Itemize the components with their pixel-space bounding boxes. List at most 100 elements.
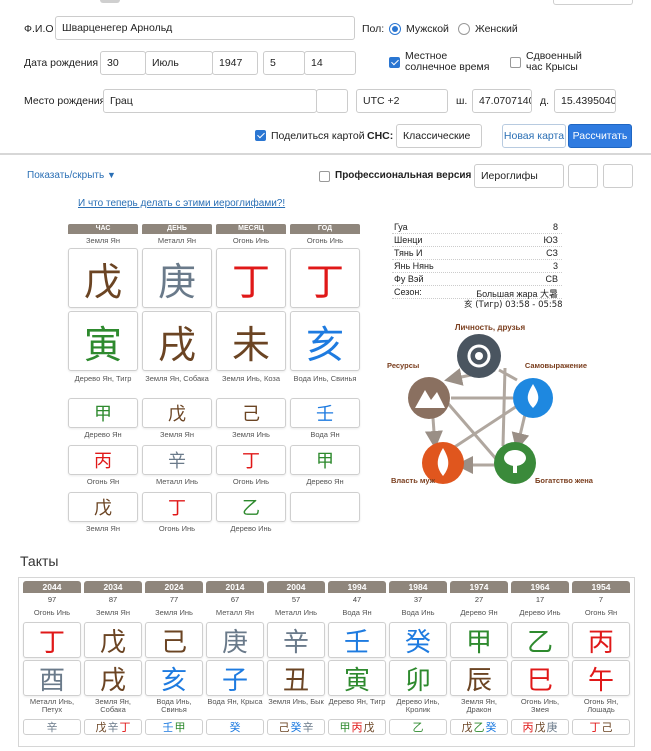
takt-hidden-stems[interactable]: 丁己: [572, 719, 630, 735]
hidden-stem-label: Земля Инь: [232, 430, 270, 439]
birth-minute-input[interactable]: 14: [304, 51, 356, 75]
heavenly-stem-cell[interactable]: 戊: [68, 248, 138, 308]
takt-branch-cell[interactable]: 戌: [84, 660, 142, 696]
share-checkbox[interactable]: [255, 130, 266, 141]
takt-branch-cell[interactable]: 巳: [511, 660, 569, 696]
takt-hidden-stems[interactable]: 甲丙戊: [328, 719, 386, 735]
takt-hidden-glyph: 辛: [302, 721, 314, 734]
takt-hidden-stems[interactable]: 己癸辛: [267, 719, 325, 735]
cns-select[interactable]: Классические: [396, 124, 482, 148]
takt-year-header: 2014: [206, 581, 264, 593]
takt-branch-cell[interactable]: 子: [206, 660, 264, 696]
birth-month-select[interactable]: Июль: [145, 51, 213, 75]
takt-hidden-glyph: 乙: [473, 721, 485, 734]
takt-stem-cell[interactable]: 丙: [572, 622, 630, 658]
takt-branch-cell[interactable]: 寅: [328, 660, 386, 696]
takt-stem-cell[interactable]: 己: [145, 622, 203, 658]
timezone-select[interactable]: UTC +2: [356, 89, 448, 113]
takt-hidden-stems[interactable]: 丙戊庚: [511, 719, 569, 735]
birthdate-label: Дата рождения: [24, 57, 99, 69]
hidden-stem-cell[interactable]: 丁: [142, 492, 212, 522]
info-key: Янь Нянь: [394, 261, 434, 271]
hidden-stem-cell[interactable]: 己: [216, 398, 286, 428]
takt-year-header: 1954: [572, 581, 630, 593]
takt-stem-label: Земля Ян: [96, 608, 130, 617]
birth-day-input[interactable]: 30: [100, 51, 146, 75]
hidden-stem-cell[interactable]: 丙: [68, 445, 138, 475]
birthplace-input[interactable]: Грац: [103, 89, 317, 113]
takt-stem-cell[interactable]: 辛: [267, 622, 325, 658]
stem-element-label: Земля Ян: [86, 236, 120, 245]
hidden-stem-cell[interactable]: 甲: [68, 398, 138, 428]
takt-stem-cell[interactable]: 壬: [328, 622, 386, 658]
hidden-stem-cell[interactable]: 丁: [216, 445, 286, 475]
takt-stem-cell[interactable]: 庚: [206, 622, 264, 658]
option-box-2[interactable]: [603, 164, 633, 188]
birthplace-label: Место рождения: [24, 95, 106, 107]
takt-hidden-glyph: 庚: [546, 721, 558, 734]
triangle-down-icon: ▼: [106, 170, 116, 180]
takt-stem-label: Металл Инь: [274, 608, 318, 617]
show-hide-toggle[interactable]: Показать/скрыть ▼: [27, 170, 116, 181]
divider: [0, 153, 651, 155]
takt-hidden-stems[interactable]: 癸: [206, 719, 264, 735]
hidden-stem-cell[interactable]: 壬: [290, 398, 360, 428]
calculate-button[interactable]: Рассчитать: [568, 124, 632, 148]
glyph-mode-select[interactable]: Иероглифы: [474, 164, 564, 188]
takt-stem-cell[interactable]: 戊: [84, 622, 142, 658]
takt-stem-cell[interactable]: 甲: [450, 622, 508, 658]
fio-input[interactable]: Шварценегер Арнольд: [55, 16, 355, 40]
gender-female-label: Женский: [475, 23, 518, 35]
hidden-stem-cell[interactable]: [290, 492, 360, 522]
heavenly-stem-cell[interactable]: 丁: [216, 248, 286, 308]
takt-branch-label: Вода Ян, Крыса: [207, 697, 263, 706]
takt-hidden-stems[interactable]: 戊乙癸: [450, 719, 508, 735]
takt-hidden-glyph: 癸: [485, 721, 497, 734]
heavenly-stem-cell[interactable]: 庚: [142, 248, 212, 308]
hidden-stem-cell[interactable]: 辛: [142, 445, 212, 475]
takt-year-header: 1964: [511, 581, 569, 593]
takt-branch-cell[interactable]: 丑: [267, 660, 325, 696]
hidden-stem-cell[interactable]: 戊: [68, 492, 138, 522]
takt-stem-cell[interactable]: 丁: [23, 622, 81, 658]
hidden-stem-cell[interactable]: 乙: [216, 492, 286, 522]
heavenly-stem-cell[interactable]: 丁: [290, 248, 360, 308]
new-card-button[interactable]: Новая карта: [502, 124, 566, 148]
takt-branch-label: Вода Инь, Свинья: [156, 697, 192, 714]
birth-hour-input[interactable]: 5: [263, 51, 305, 75]
takt-stem-cell[interactable]: 癸: [389, 622, 447, 658]
latitude-input[interactable]: 47.0707140: [472, 89, 532, 113]
rat-hour-checkbox[interactable]: [510, 57, 521, 68]
solar-time-checkbox[interactable]: [389, 57, 400, 68]
takt-stem-cell[interactable]: 乙: [511, 622, 569, 658]
earthly-branch-cell[interactable]: 未: [216, 311, 286, 371]
takt-hidden-stems[interactable]: 辛: [23, 719, 81, 735]
takt-branch-cell[interactable]: 午: [572, 660, 630, 696]
earthly-branch-cell[interactable]: 亥: [290, 311, 360, 371]
earthly-branch-cell[interactable]: 戌: [142, 311, 212, 371]
pro-version-checkbox[interactable]: [319, 171, 330, 182]
hidden-stem-cell[interactable]: 甲: [290, 445, 360, 475]
takt-age: 67: [230, 595, 240, 604]
takt-branch-cell[interactable]: 卯: [389, 660, 447, 696]
takt-hidden-stems[interactable]: 乙: [389, 719, 447, 735]
hidden-stem-label: Дерево Ян: [84, 430, 122, 439]
takt-hidden-stems[interactable]: 戊辛丁: [84, 719, 142, 735]
gender-male-radio[interactable]: [389, 23, 401, 35]
help-link[interactable]: И что теперь делать с этими иероглифами?…: [78, 198, 285, 209]
takt-year-header: 1974: [450, 581, 508, 593]
birthplace-extra[interactable]: [316, 89, 348, 113]
option-box-1[interactable]: [568, 164, 598, 188]
takt-hidden-stems[interactable]: 壬甲: [145, 719, 203, 735]
hidden-stem-cell[interactable]: 戊: [142, 398, 212, 428]
earthly-branch-cell[interactable]: 寅: [68, 311, 138, 371]
longitude-input[interactable]: 15.4395040: [554, 89, 616, 113]
birth-year-input[interactable]: 1947: [212, 51, 258, 75]
takt-hidden-glyph: 戊: [363, 721, 375, 734]
takt-branch-cell[interactable]: 辰: [450, 660, 508, 696]
takt-age: 27: [474, 595, 484, 604]
rat-hour-label: Сдвоенный час Крысы: [526, 50, 582, 73]
takt-branch-cell[interactable]: 亥: [145, 660, 203, 696]
gender-female-radio[interactable]: [458, 23, 470, 35]
takt-branch-cell[interactable]: 酉: [23, 660, 81, 696]
